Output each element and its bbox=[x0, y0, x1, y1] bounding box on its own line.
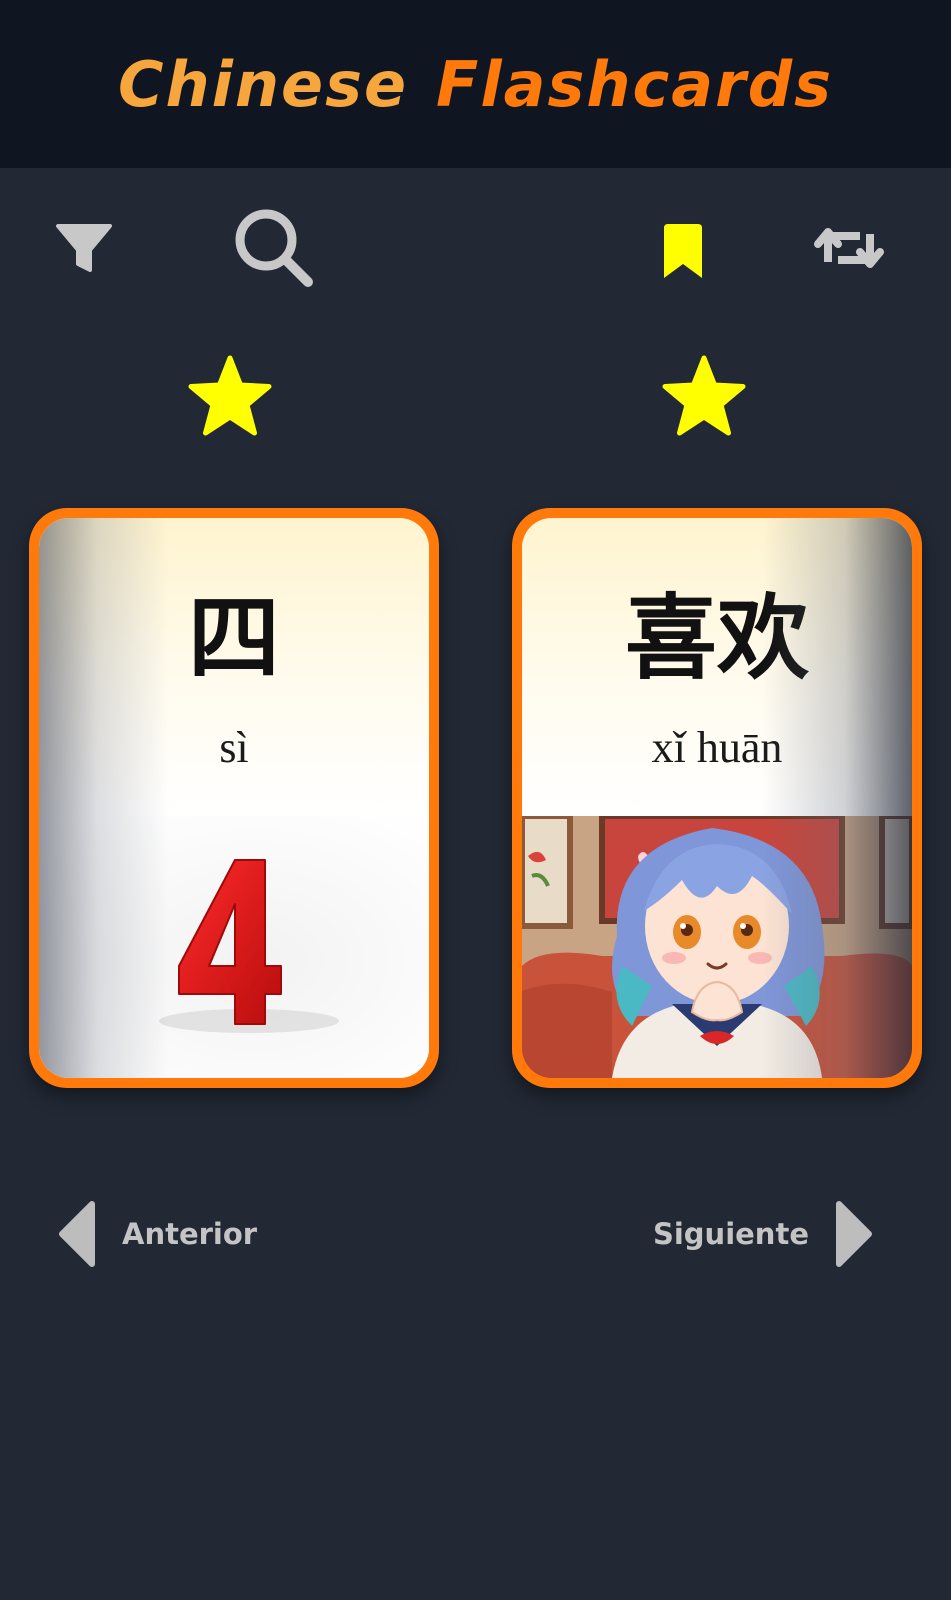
anime-girl-illustration bbox=[522, 813, 912, 1078]
pinyin-text: sì bbox=[219, 723, 249, 772]
flashcard-image-anime-girl bbox=[522, 813, 912, 1078]
flashcard-xihuan[interactable]: 喜欢 xǐ huān bbox=[512, 508, 922, 1088]
flashcard-text-area: 四 sì bbox=[39, 518, 429, 816]
chevron-right-icon bbox=[836, 1201, 872, 1267]
favorite-star-left[interactable] bbox=[186, 354, 274, 438]
flashcard-face: 喜欢 xǐ huān bbox=[522, 518, 912, 1078]
star-icon bbox=[662, 355, 746, 436]
pinyin-text: xǐ huān bbox=[651, 723, 783, 772]
chevron-left-icon bbox=[59, 1201, 95, 1267]
flashcard-text-area: 喜欢 xǐ huān bbox=[522, 518, 912, 816]
search-button[interactable] bbox=[232, 206, 318, 292]
next-label: Siguiente bbox=[652, 1217, 809, 1251]
number-four-illustration bbox=[39, 816, 429, 1078]
flashcard-image-number-four bbox=[39, 816, 429, 1078]
previous-button[interactable]: Anterior bbox=[56, 1198, 257, 1270]
bookmark-button[interactable] bbox=[660, 224, 706, 282]
flashcard-si[interactable]: 四 sì bbox=[29, 508, 439, 1088]
title-word-flashcards: Flashcards bbox=[436, 47, 833, 121]
bookmark-icon bbox=[664, 224, 702, 278]
next-button[interactable]: Siguiente bbox=[653, 1198, 875, 1270]
swap-button[interactable] bbox=[814, 222, 884, 274]
app-header: Chinese Flashcards bbox=[0, 0, 951, 168]
previous-label: Anterior bbox=[122, 1217, 258, 1251]
hanzi-text: 喜欢 bbox=[624, 584, 809, 692]
app-title: Chinese Flashcards bbox=[118, 48, 833, 121]
hanzi-text: 四 bbox=[187, 584, 280, 692]
flashcard-face: 四 sì bbox=[39, 518, 429, 1078]
search-icon bbox=[235, 209, 313, 287]
favorite-star-right[interactable] bbox=[660, 354, 748, 438]
filter-button[interactable] bbox=[54, 220, 114, 276]
repeat-swap-icon bbox=[814, 228, 884, 268]
title-word-chinese: Chinese bbox=[118, 47, 409, 121]
star-icon bbox=[188, 355, 272, 436]
filter-icon bbox=[56, 224, 112, 272]
